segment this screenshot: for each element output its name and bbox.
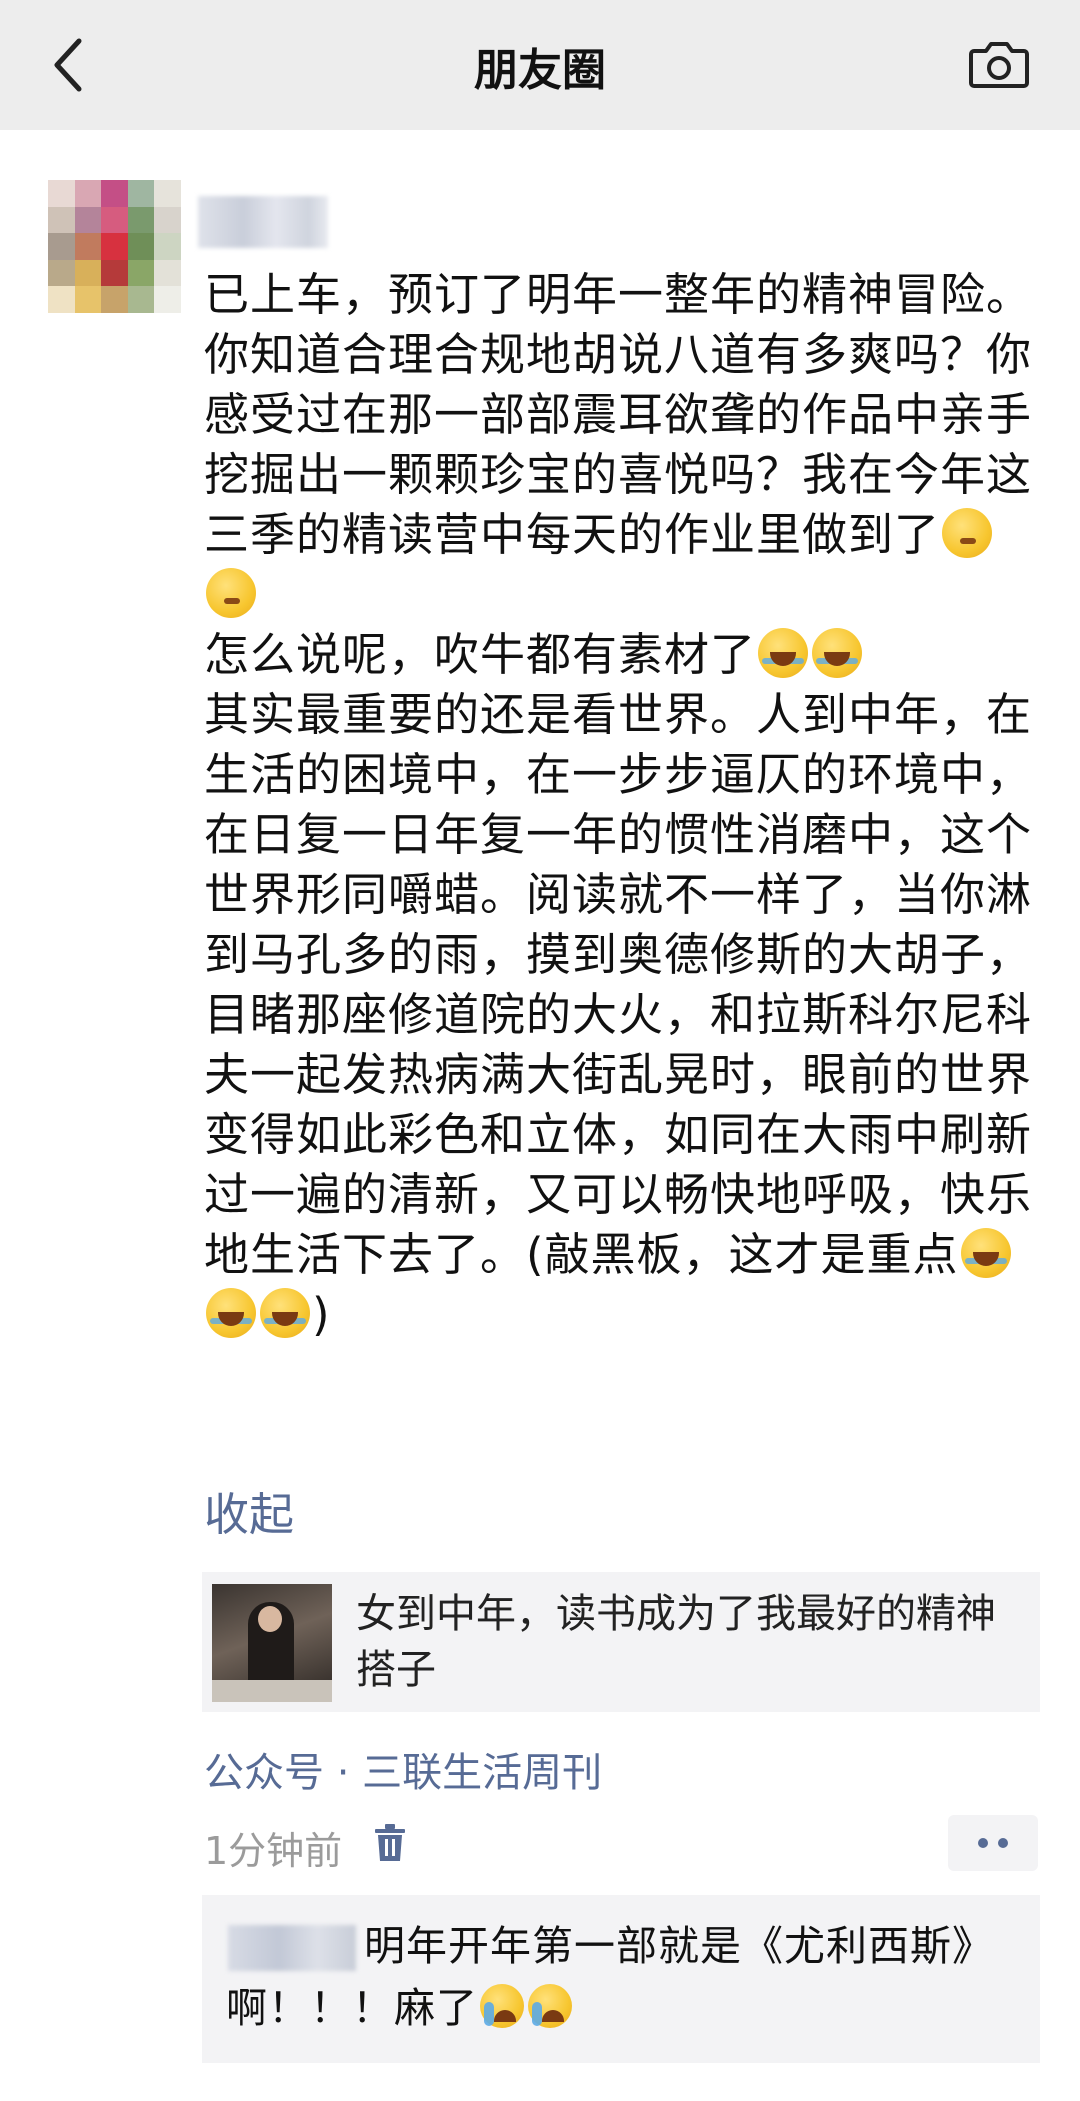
post-paragraph-text: 你知道合理合规地胡说八道有多爽吗？你感受过在那一部部震耳欲聋的作品中亲手挖掘出一… [204, 328, 1033, 561]
delete-button[interactable] [368, 1818, 412, 1868]
post-paragraph: 已上车，预订了明年一整年的精神冒险。 [204, 268, 1033, 321]
top-bar: 朋友圈 [0, 0, 1080, 130]
more-dot-icon [978, 1838, 988, 1848]
post-paragraph-text: 怎么说呢，吹牛都有素材了 [204, 628, 757, 681]
page-title: 朋友圈 [474, 45, 606, 96]
more-dot-icon [998, 1838, 1008, 1848]
source-link[interactable]: 公众号 · 三联生活周刊 [204, 1740, 602, 1798]
more-button[interactable] [948, 1815, 1038, 1871]
trash-icon [375, 1824, 405, 1861]
thinking-emoji-icon [206, 568, 256, 618]
crying-emoji-icon [480, 1984, 524, 2028]
laugh-cry-emoji-icon [260, 1288, 310, 1338]
shared-article-card[interactable]: 女到中年，读书成为了我最好的精神搭子 [202, 1572, 1040, 1712]
comment-text-body: 明年开年第一部就是《尤利西斯》啊！！！麻了 [226, 1922, 994, 2032]
post-paragraph: 你知道合理合规地胡说八道有多爽吗？你感受过在那一部部震耳欲聋的作品中亲手挖掘出一… [204, 325, 1044, 625]
post-text: 已上车，预订了明年一整年的精神冒险。 你知道合理合规地胡说八道有多爽吗？你感受过… [204, 265, 1044, 1345]
post-time: 1分钟前 [204, 1829, 343, 1873]
post-paragraph: 其实最重要的还是看世界。人到中年，在生活的困境中，在一步步逼仄的环境中，在日复一… [204, 685, 1044, 1345]
post-paragraph-text: 其实最重要的还是看世界。人到中年，在生活的困境中，在一步步逼仄的环境中，在日复一… [204, 688, 1033, 1281]
camera-button[interactable] [964, 34, 1034, 94]
thinking-emoji-icon [942, 508, 993, 558]
article-thumbnail [212, 1584, 332, 1702]
comment-text: 明年开年第一部就是《尤利西斯》啊！！！麻了 [226, 1915, 1026, 2039]
laugh-cry-emoji-icon [758, 628, 809, 678]
article-title: 女到中年，读书成为了我最好的精神搭子 [356, 1591, 996, 1693]
camera-icon [969, 42, 1029, 88]
collapse-link[interactable]: 收起 [204, 1478, 294, 1543]
laugh-cry-emoji-icon [960, 1228, 1011, 1278]
post-paragraph: 怎么说呢，吹牛都有素材了 [204, 625, 1044, 685]
laugh-cry-emoji-icon [812, 628, 863, 678]
avatar[interactable] [48, 180, 181, 313]
laugh-cry-emoji-icon [206, 1288, 256, 1338]
crying-emoji-icon [528, 1984, 572, 2028]
username-blurred[interactable] [198, 196, 328, 248]
post-paragraph-tail: ) [312, 1288, 331, 1341]
comment-box: 明年开年第一部就是《尤利西斯》啊！！！麻了 [202, 1895, 1040, 2063]
